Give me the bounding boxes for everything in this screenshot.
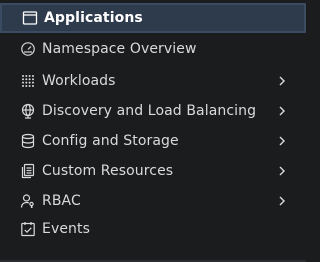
menu-item-workloads[interactable]: Workloads [0,66,306,96]
menu-item-namespace-overview[interactable]: Namespace Overview [0,34,306,64]
menu-item-label: Config and Storage [42,133,179,149]
menu-item-label: Events [42,221,91,237]
applications-window-icon [22,10,38,26]
database-icon [20,133,36,149]
menu-item-applications[interactable]: Applications [0,3,306,33]
documents-stack-icon [20,163,36,179]
menu-item-label: Discovery and Load Balancing [42,103,257,119]
menu-item-custom-resources[interactable]: Custom Resources [0,156,306,186]
menu-item-label: Custom Resources [42,163,174,179]
chevron-right-icon [276,165,288,177]
menu-item-label: Namespace Overview [42,41,197,57]
chevron-right-icon [276,105,288,117]
chevron-right-icon [276,195,288,207]
menu-item-discovery-load-balancing[interactable]: Discovery and Load Balancing [0,96,306,126]
chevron-right-icon [276,135,288,147]
globe-network-icon [20,103,36,119]
menu-item-rbac[interactable]: RBAC [0,186,306,216]
menu-item-label: Applications [44,10,143,26]
menu-item-label: Workloads [42,73,116,89]
menu-item-events[interactable]: Events [0,214,306,244]
menu-item-label: RBAC [42,193,81,209]
dashboard-gauge-icon [20,41,36,57]
menu-item-config-storage[interactable]: Config and Storage [0,126,306,156]
workloads-grid-icon [20,73,36,89]
side-navigation-menu: Applications Namespace Overview Workload… [0,0,306,262]
user-key-icon [20,193,36,209]
calendar-check-icon [20,221,36,237]
chevron-right-icon [276,75,288,87]
